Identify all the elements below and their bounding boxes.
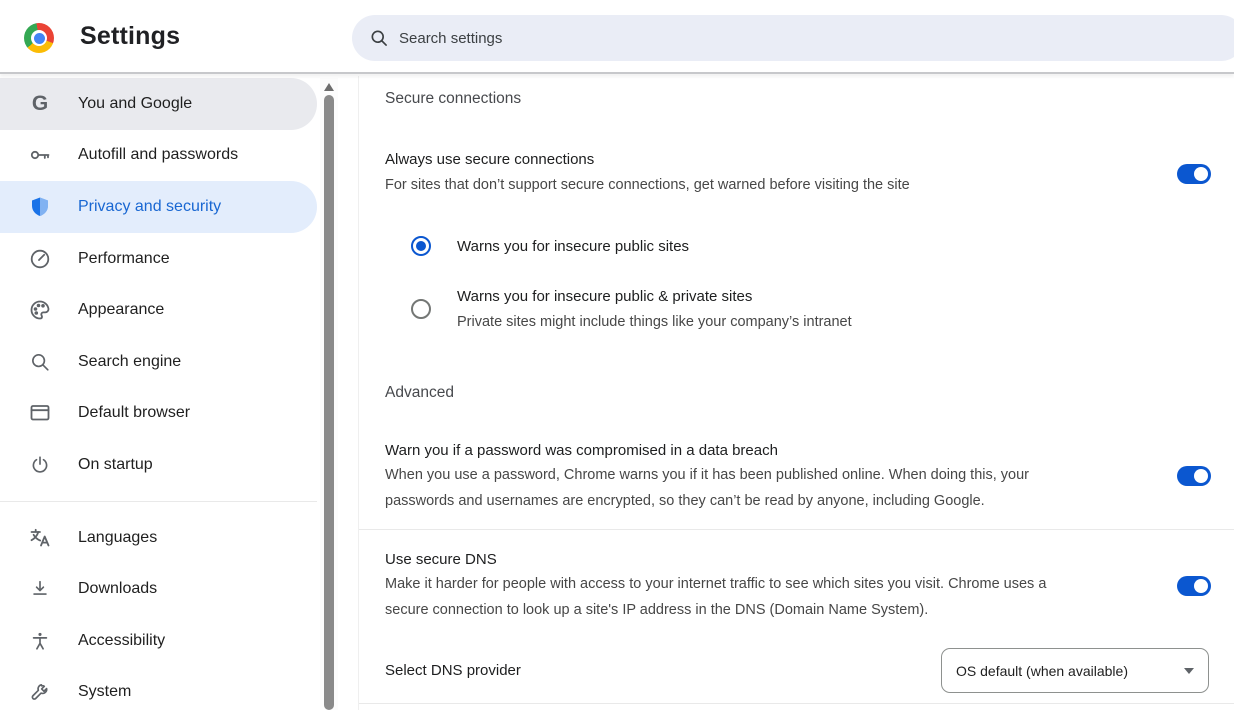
magnifier-icon	[28, 350, 52, 374]
radio-label: Warns you for insecure public sites	[457, 238, 689, 255]
radio-label: Warns you for insecure public & private …	[457, 288, 752, 305]
toggle-knob	[1194, 167, 1208, 181]
chevron-down-icon	[1184, 668, 1194, 674]
setting-subtitle-use-secure-dns: Make it harder for people with access to…	[385, 571, 1160, 623]
select-dns-provider-label: Select DNS provider	[385, 662, 521, 679]
sidebar-item-search-engine[interactable]: Search engine	[0, 336, 317, 388]
chrome-settings-page: Settings Search settings G You and Googl…	[0, 0, 1234, 710]
sidebar-item-privacy-and-security[interactable]: Privacy and security	[0, 181, 317, 233]
sidebar-item-you-and-google[interactable]: G You and Google	[0, 78, 317, 130]
google-g-icon: G	[28, 92, 52, 116]
sidebar-item-appearance[interactable]: Appearance	[0, 284, 317, 336]
sidebar-item-label: Default browser	[78, 404, 190, 422]
translate-icon	[28, 526, 52, 550]
sidebar-item-downloads[interactable]: Downloads	[0, 563, 317, 615]
sidebar-item-label: System	[78, 683, 131, 701]
sidebar-item-label: On startup	[78, 456, 153, 474]
header: Settings Search settings	[0, 0, 1234, 74]
sidebar-item-label: Languages	[78, 529, 157, 547]
radio-warns-insecure-public-private-sites[interactable]	[411, 299, 431, 319]
sidebar-item-accessibility[interactable]: Accessibility	[0, 615, 317, 667]
section-divider	[359, 529, 1234, 530]
speedometer-icon	[28, 247, 52, 271]
dns-provider-select[interactable]: OS default (when available)	[941, 648, 1209, 693]
power-icon	[28, 453, 52, 477]
browser-window-icon	[28, 401, 52, 425]
sidebar-item-default-browser[interactable]: Default browser	[0, 388, 317, 440]
wrench-icon	[28, 680, 52, 704]
toggle-knob	[1194, 579, 1208, 593]
search-icon	[369, 28, 389, 48]
section-heading-advanced: Advanced	[385, 384, 454, 402]
sidebar-item-label: Privacy and security	[78, 198, 221, 216]
sidebar-item-label: You and Google	[78, 95, 192, 113]
sidebar-item-label: Performance	[78, 250, 170, 268]
setting-title-password-breach: Warn you if a password was compromised i…	[385, 442, 778, 459]
password-breach-toggle[interactable]	[1177, 466, 1211, 486]
palette-icon	[28, 298, 52, 322]
sidebar-item-system[interactable]: System	[0, 667, 317, 710]
sidebar-item-label: Autofill and passwords	[78, 146, 238, 164]
key-icon	[28, 143, 52, 167]
accessibility-person-icon	[28, 629, 52, 653]
page-title: Settings	[80, 22, 180, 51]
sidebar: G You and Google Autofill and passwords …	[0, 78, 320, 710]
main-content: Secure connections Always use secure con…	[358, 76, 1234, 710]
scrollbar-thumb[interactable]	[324, 95, 334, 710]
sidebar-item-on-startup[interactable]: On startup	[0, 439, 317, 491]
sidebar-item-performance[interactable]: Performance	[0, 233, 317, 285]
radio-warns-insecure-public-sites[interactable]	[411, 236, 431, 256]
scrollbar-up-arrow-icon[interactable]	[324, 83, 334, 91]
download-icon	[28, 577, 52, 601]
sidebar-scrollbar[interactable]	[320, 78, 338, 710]
section-heading-secure-connections: Secure connections	[385, 90, 521, 108]
sidebar-item-languages[interactable]: Languages	[0, 512, 317, 564]
radio-sublabel: Private sites might include things like …	[457, 314, 852, 330]
section-divider	[359, 703, 1234, 704]
sidebar-item-label: Search engine	[78, 353, 181, 371]
dns-provider-selected-value: OS default (when available)	[956, 663, 1184, 679]
setting-title-use-secure-dns: Use secure DNS	[385, 551, 497, 568]
chrome-logo-icon	[24, 23, 54, 53]
setting-title-always-use-secure-connections: Always use secure connections	[385, 151, 594, 168]
shield-icon	[28, 195, 52, 219]
search-input[interactable]: Search settings	[352, 15, 1234, 61]
use-secure-dns-toggle[interactable]	[1177, 576, 1211, 596]
sidebar-item-label: Downloads	[78, 580, 157, 598]
search-placeholder: Search settings	[399, 30, 502, 47]
setting-subtitle-password-breach: When you use a password, Chrome warns yo…	[385, 462, 1160, 514]
sidebar-divider	[0, 501, 317, 502]
always-use-secure-connections-toggle[interactable]	[1177, 164, 1211, 184]
sidebar-item-label: Appearance	[78, 301, 164, 319]
setting-subtitle-always-use-secure-connections: For sites that don’t support secure conn…	[385, 172, 1160, 198]
sidebar-item-label: Accessibility	[78, 632, 165, 650]
sidebar-item-autofill-and-passwords[interactable]: Autofill and passwords	[0, 130, 317, 182]
toggle-knob	[1194, 469, 1208, 483]
